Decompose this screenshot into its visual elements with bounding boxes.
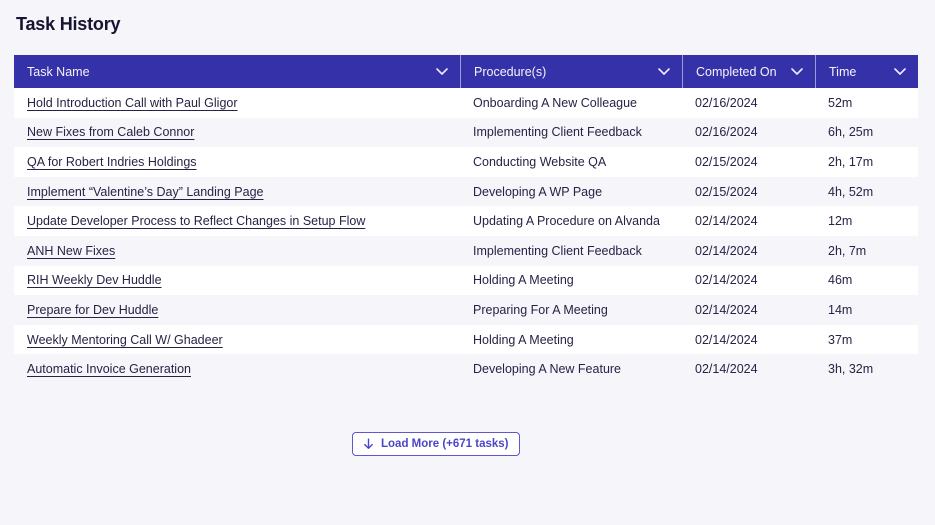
completed-on-cell: 02/14/2024 xyxy=(695,302,758,317)
task-link[interactable]: Automatic Invoice Generation xyxy=(27,362,191,376)
completed-on-cell: 02/14/2024 xyxy=(695,332,758,347)
column-header-completed-on[interactable]: Completed On xyxy=(682,55,815,88)
time-cell: 37m xyxy=(828,332,853,347)
task-link[interactable]: QA for Robert Indries Holdings xyxy=(27,155,197,169)
task-link[interactable]: Hold Introduction Call with Paul Gligor xyxy=(27,96,238,110)
procedure-cell: Implementing Client Feedback xyxy=(473,243,642,258)
task-name-cell: Weekly Mentoring Call W/ Ghadeer xyxy=(14,325,460,355)
table-row: Weekly Mentoring Call W/ Ghadeer Holding… xyxy=(14,324,918,355)
column-header-time[interactable]: Time xyxy=(815,55,918,88)
task-link[interactable]: Update Developer Process to Reflect Chan… xyxy=(27,214,365,228)
task-link[interactable]: ANH New Fixes xyxy=(27,244,115,258)
column-header-label: Task Name xyxy=(27,64,90,79)
procedure-cell: Holding A Meeting xyxy=(473,273,574,288)
task-link[interactable]: RIH Weekly Dev Huddle xyxy=(27,273,162,287)
table-row: ANH New Fixes Implementing Client Feedba… xyxy=(14,235,918,266)
completed-on-cell: 02/16/2024 xyxy=(695,125,758,140)
procedure-cell: Updating A Procedure on Alvanda xyxy=(473,214,660,229)
load-more-container: Load More (+671 tasks) xyxy=(352,431,935,456)
chevron-down-icon[interactable] xyxy=(658,68,670,75)
table-row: New Fixes from Caleb Connor Implementing… xyxy=(14,117,918,148)
table-row: Automatic Invoice Generation Developing … xyxy=(14,354,918,384)
table-row: Prepare for Dev Huddle Preparing For A M… xyxy=(14,295,918,325)
procedure-cell: Implementing Client Feedback xyxy=(473,125,642,140)
task-name-cell: New Fixes from Caleb Connor xyxy=(14,118,460,148)
column-header-label: Time xyxy=(829,64,857,79)
task-link[interactable]: Implement “Valentine’s Day” Landing Page xyxy=(27,185,263,199)
table-row: Implement “Valentine’s Day” Landing Page… xyxy=(14,176,918,207)
arrow-down-icon xyxy=(364,438,373,449)
procedure-cell: Onboarding A New Colleague xyxy=(473,95,638,110)
task-name-cell: ANH New Fixes xyxy=(14,236,460,266)
time-cell: 2h, 7m xyxy=(828,243,867,258)
table-header-row: Task Name Procedure(s) Completed On Time xyxy=(14,55,918,88)
completed-on-cell: 02/14/2024 xyxy=(695,243,758,258)
completed-on-cell: 02/14/2024 xyxy=(695,214,758,229)
task-name-cell: RIH Weekly Dev Huddle xyxy=(14,266,460,296)
chevron-down-icon[interactable] xyxy=(436,68,448,75)
task-link[interactable]: Weekly Mentoring Call W/ Ghadeer xyxy=(27,333,223,347)
task-name-cell: Automatic Invoice Generation xyxy=(14,354,460,384)
table-row: Update Developer Process to Reflect Chan… xyxy=(14,206,918,236)
completed-on-cell: 02/14/2024 xyxy=(695,362,758,377)
procedure-cell: Developing A WP Page xyxy=(473,184,603,199)
column-header-label: Completed On xyxy=(696,64,777,79)
time-cell: 2h, 17m xyxy=(828,154,874,169)
load-more-label: Load More (+671 tasks) xyxy=(381,437,509,450)
task-history-table: Task Name Procedure(s) Completed On Time… xyxy=(14,55,918,384)
task-name-cell: Implement “Valentine’s Day” Landing Page xyxy=(14,177,460,207)
column-header-task-name[interactable]: Task Name xyxy=(14,55,460,88)
column-header-label: Procedure(s) xyxy=(474,64,547,79)
time-cell: 52m xyxy=(828,95,853,110)
load-more-button[interactable]: Load More (+671 tasks) xyxy=(352,431,520,456)
column-header-procedures[interactable]: Procedure(s) xyxy=(460,55,682,88)
table-row: Hold Introduction Call with Paul Gligor … xyxy=(14,88,918,118)
task-link[interactable]: New Fixes from Caleb Connor xyxy=(27,125,194,139)
completed-on-cell: 02/14/2024 xyxy=(695,273,758,288)
table-row: RIH Weekly Dev Huddle Holding A Meeting … xyxy=(14,265,918,296)
time-cell: 3h, 32m xyxy=(828,362,874,377)
task-name-cell: Hold Introduction Call with Paul Gligor xyxy=(14,88,460,118)
completed-on-cell: 02/15/2024 xyxy=(695,154,758,169)
task-name-cell: Prepare for Dev Huddle xyxy=(14,295,460,325)
procedure-cell: Preparing For A Meeting xyxy=(473,302,608,317)
completed-on-cell: 02/16/2024 xyxy=(695,95,758,110)
procedure-cell: Holding A Meeting xyxy=(473,332,574,347)
time-cell: 6h, 25m xyxy=(828,125,874,140)
time-cell: 14m xyxy=(828,302,853,317)
page-title: Task History xyxy=(16,14,121,34)
task-name-cell: QA for Robert Indries Holdings xyxy=(14,147,460,177)
chevron-down-icon[interactable] xyxy=(894,68,906,75)
task-link[interactable]: Prepare for Dev Huddle xyxy=(27,303,158,317)
procedure-cell: Conducting Website QA xyxy=(473,154,607,169)
time-cell: 4h, 52m xyxy=(828,184,874,199)
chevron-down-icon[interactable] xyxy=(791,68,803,75)
time-cell: 12m xyxy=(828,214,853,229)
table-row: QA for Robert Indries Holdings Conductin… xyxy=(14,147,918,177)
task-name-cell: Update Developer Process to Reflect Chan… xyxy=(14,206,460,236)
time-cell: 46m xyxy=(828,273,853,288)
procedure-cell: Developing A New Feature xyxy=(473,362,622,377)
completed-on-cell: 02/15/2024 xyxy=(695,184,758,199)
